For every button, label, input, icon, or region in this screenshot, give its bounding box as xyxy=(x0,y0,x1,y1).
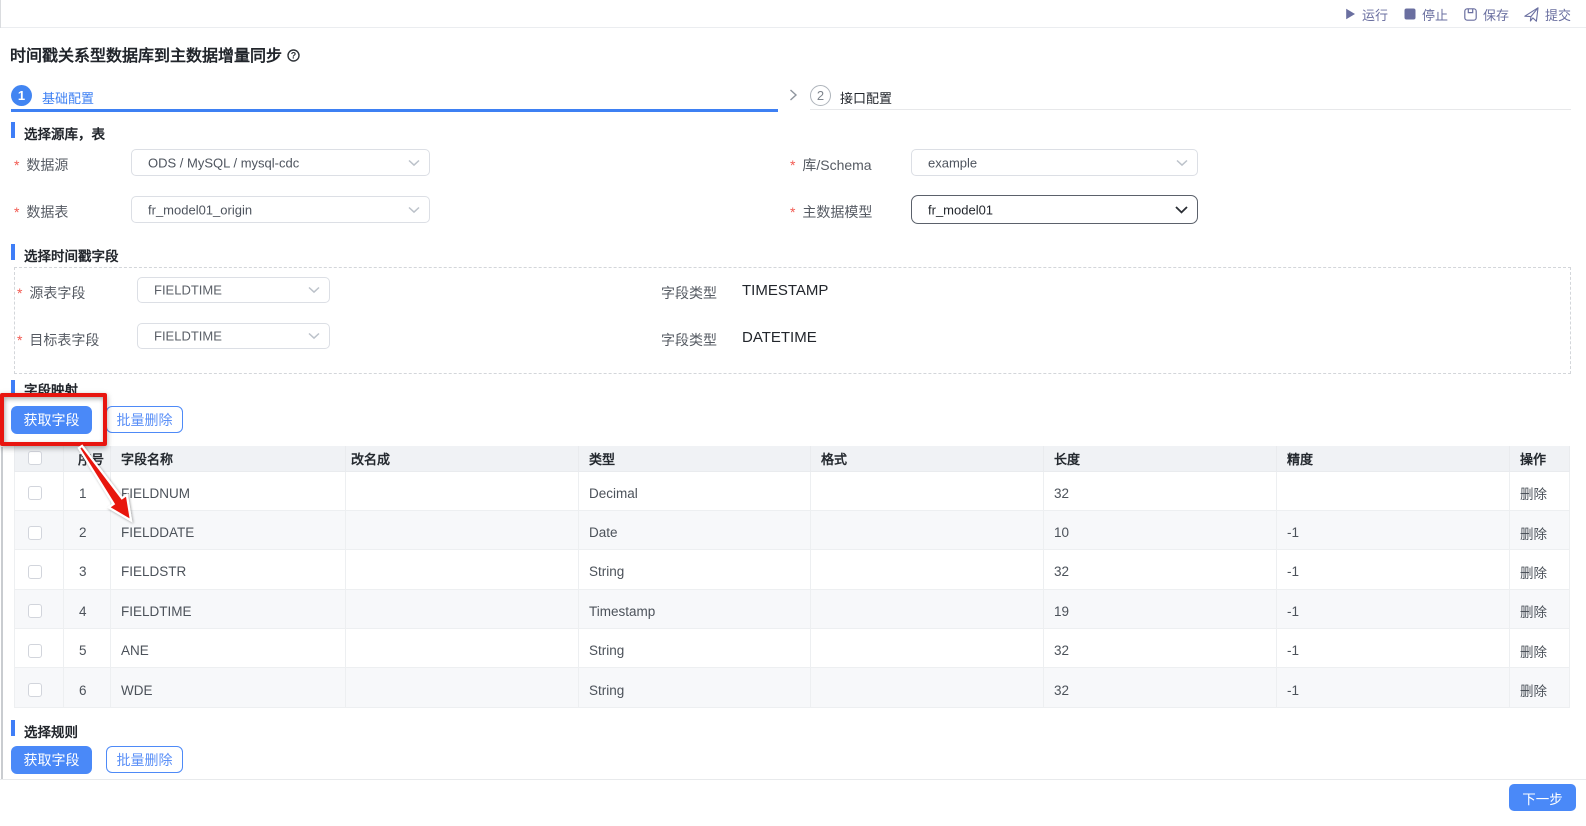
svg-text:?: ? xyxy=(291,51,297,61)
